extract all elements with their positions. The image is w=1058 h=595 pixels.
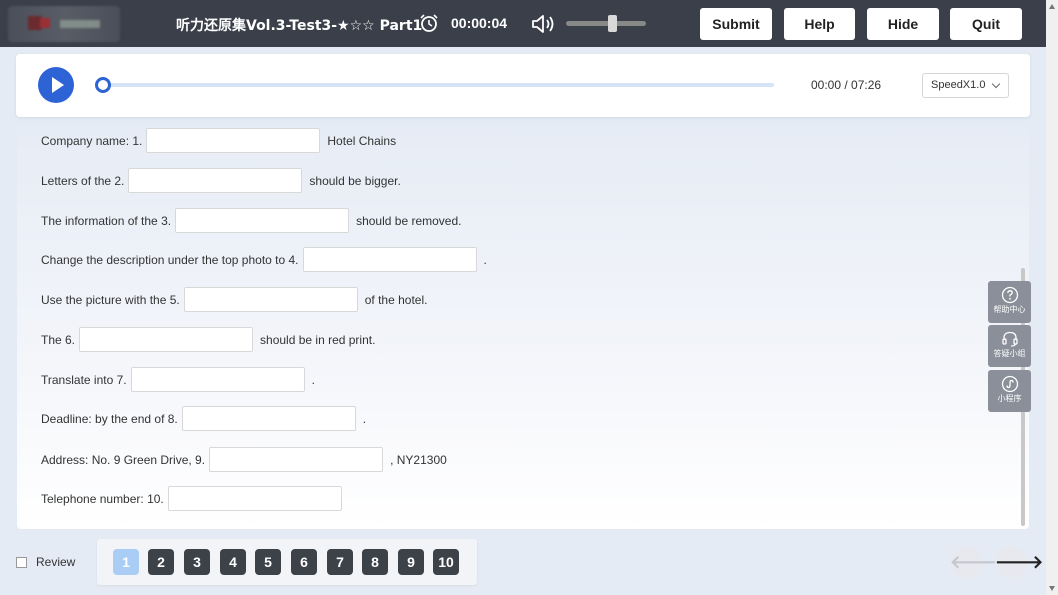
question-text-after: .	[311, 372, 315, 387]
answer-input-2[interactable]	[128, 168, 303, 193]
prev-arrow-icon[interactable]: 🡐	[950, 546, 998, 578]
play-button[interactable]	[38, 67, 74, 103]
question-text: Deadline: by the end of 8.	[41, 411, 178, 426]
answer-input-3[interactable]	[175, 208, 350, 233]
question-text: Company name: 1.	[41, 133, 143, 148]
question-nav-10[interactable]: 10	[433, 549, 459, 575]
audio-progress-track[interactable]	[104, 83, 774, 87]
question-text-after: of the hotel.	[364, 292, 428, 307]
question-row: Translate into 7. .	[41, 367, 315, 392]
help-center-button[interactable]: 帮助中心	[988, 281, 1031, 323]
question-text: Letters of the 2.	[41, 173, 125, 188]
question-text: The 6.	[41, 332, 76, 347]
answer-input-5[interactable]	[183, 287, 358, 312]
hide-button[interactable]: Hide	[867, 8, 939, 40]
question-row: Change the description under the top pho…	[41, 247, 487, 272]
question-row: Address: No. 9 Green Drive, 9. , NY21300	[41, 447, 447, 472]
side-tool-label: 小程序	[997, 394, 1022, 403]
question-text: Address: No. 9 Green Drive, 9.	[41, 452, 206, 467]
question-text: Change the description under the top pho…	[41, 252, 299, 267]
question-nav-3[interactable]: 3	[184, 549, 210, 575]
question-text: Use the picture with the 5.	[41, 292, 180, 307]
question-nav-1[interactable]: 1	[113, 549, 139, 575]
answer-input-1[interactable]	[146, 128, 321, 153]
help-button[interactable]: Help	[784, 8, 855, 40]
answer-input-10[interactable]	[167, 486, 342, 511]
countdown-timer: 00:00:04	[451, 15, 508, 31]
question-row: Deadline: by the end of 8. .	[41, 406, 366, 431]
question-text: Telephone number: 10.	[41, 491, 164, 506]
question-panel: Company name: 1. Hotel Chains Letters of…	[17, 126, 1029, 529]
top-bar: 听力还原集Vol.3-Test3-★☆☆ Part1 00:00:04 Subm…	[0, 0, 1046, 47]
question-row: The information of the 3. should be remo…	[41, 208, 461, 233]
answer-input-8[interactable]	[181, 406, 356, 431]
question-text-after: should be removed.	[356, 213, 462, 228]
question-text-after: , NY21300	[390, 452, 447, 467]
scroll-down-icon[interactable]	[1049, 586, 1055, 591]
question-row: Telephone number: 10.	[41, 486, 349, 511]
volume-slider-track[interactable]	[566, 21, 646, 26]
question-navigator: 1 2 3 4 5 6 7 8 9 10	[97, 539, 477, 585]
question-row: Company name: 1. Hotel Chains	[41, 128, 396, 153]
review-checkbox[interactable]	[16, 557, 27, 568]
help-circle-icon	[1001, 286, 1018, 304]
qa-group-button[interactable]: 答疑小组	[988, 325, 1031, 367]
scroll-up-icon[interactable]	[1049, 4, 1055, 9]
next-arrow-icon[interactable]: 🡒	[995, 546, 1043, 578]
answer-input-6[interactable]	[79, 327, 254, 352]
question-text-after: .	[483, 252, 487, 267]
speed-select[interactable]: SpeedX1.0	[922, 73, 1009, 98]
question-nav-9[interactable]: 9	[398, 549, 424, 575]
audio-player: 00:00 / 07:26 SpeedX1.0	[16, 54, 1030, 117]
question-text-after: should be in red print.	[260, 332, 376, 347]
answer-input-9[interactable]	[209, 447, 384, 472]
answer-input-7[interactable]	[130, 367, 305, 392]
speed-value: SpeedX1.0	[931, 79, 986, 91]
audio-progress-thumb[interactable]	[95, 77, 111, 93]
question-text-after: should be bigger.	[309, 173, 401, 188]
page-title: 听力还原集Vol.3-Test3-★☆☆ Part1	[176, 18, 423, 34]
logo	[8, 6, 120, 42]
quit-button[interactable]: Quit	[950, 8, 1022, 40]
alarm-clock-icon	[420, 14, 438, 32]
question-nav-8[interactable]: 8	[362, 549, 388, 575]
question-row: Letters of the 2. should be bigger.	[41, 168, 401, 193]
question-nav-4[interactable]: 4	[220, 549, 246, 575]
question-nav-2[interactable]: 2	[148, 549, 174, 575]
review-toggle[interactable]: Review	[16, 555, 75, 569]
question-text: The information of the 3.	[41, 213, 172, 228]
page-scrollbar[interactable]	[1046, 0, 1058, 595]
answer-input-4[interactable]	[302, 247, 477, 272]
question-text: Translate into 7.	[41, 372, 127, 387]
submit-button[interactable]: Submit	[700, 8, 772, 40]
question-text-after: .	[362, 411, 367, 426]
side-tool-label: 帮助中心	[993, 305, 1026, 314]
question-text-after: Hotel Chains	[327, 133, 397, 148]
side-tool-label: 答疑小组	[993, 349, 1026, 358]
question-row: The 6. should be in red print.	[41, 327, 375, 352]
audio-time: 00:00 / 07:26	[811, 78, 882, 92]
speaker-icon[interactable]	[531, 13, 557, 35]
review-label: Review	[36, 555, 76, 569]
question-row: Use the picture with the 5. of the hotel…	[41, 287, 427, 312]
headset-icon	[1001, 331, 1018, 347]
question-nav-6[interactable]: 6	[291, 549, 317, 575]
mini-program-icon	[1001, 375, 1018, 393]
question-nav-5[interactable]: 5	[255, 549, 281, 575]
volume-slider-thumb[interactable]	[607, 15, 617, 32]
chevron-down-icon	[991, 79, 1001, 89]
mini-program-button[interactable]: 小程序	[988, 370, 1031, 412]
question-nav-7[interactable]: 7	[327, 549, 353, 575]
